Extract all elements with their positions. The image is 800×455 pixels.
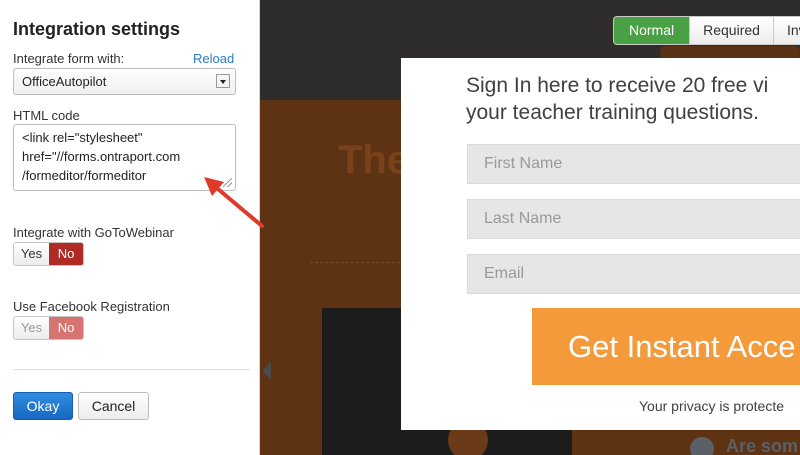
facebook-registration-label: Use Facebook Registration bbox=[13, 299, 170, 314]
integration-select[interactable]: OfficeAutopilot bbox=[13, 68, 236, 95]
facebook-registration-toggle: Yes No bbox=[13, 316, 84, 340]
background-question: Are som bbox=[726, 436, 799, 455]
form-preview-card: Sign In here to receive 20 free vi your … bbox=[401, 58, 800, 430]
integration-select-value: OfficeAutopilot bbox=[22, 74, 107, 89]
gotowebinar-toggle: Yes No bbox=[13, 242, 84, 266]
annotation-arrow-icon bbox=[204, 177, 264, 228]
required-view-button[interactable]: Required bbox=[689, 17, 773, 44]
invisible-view-button[interactable]: Inv bbox=[772, 17, 800, 44]
panel-title: Integration settings bbox=[13, 19, 181, 39]
carousel-left-arrow-icon bbox=[262, 362, 271, 380]
background-heading: The bbox=[338, 138, 410, 182]
html-code-line-1: <link rel="stylesheet" bbox=[22, 130, 143, 145]
first-name-field[interactable]: First Name bbox=[467, 144, 800, 184]
facebook-no-button[interactable]: No bbox=[49, 317, 83, 339]
form-headline-line-2: your teacher training questions. bbox=[466, 101, 760, 124]
reload-link[interactable]: Reload bbox=[193, 51, 234, 66]
form-headline: Sign In here to receive 20 free vi your … bbox=[466, 72, 800, 126]
background-divider bbox=[310, 262, 410, 263]
normal-view-button[interactable]: Normal bbox=[614, 17, 690, 44]
integrate-form-label: Integrate form with: bbox=[13, 51, 125, 66]
checkmark-icon bbox=[690, 437, 714, 455]
last-name-field[interactable]: Last Name bbox=[467, 199, 800, 239]
email-field[interactable]: Email bbox=[467, 254, 800, 294]
panel-divider bbox=[13, 369, 250, 370]
chevron-down-icon bbox=[216, 74, 230, 88]
cancel-button[interactable]: Cancel bbox=[78, 392, 149, 420]
privacy-note: Your privacy is protecte bbox=[639, 398, 784, 414]
okay-button[interactable]: Okay bbox=[13, 392, 73, 420]
html-code-line-3: /formeditor/formeditor bbox=[22, 168, 147, 183]
gotowebinar-no-button[interactable]: No bbox=[49, 243, 83, 265]
gotowebinar-label: Integrate with GoToWebinar bbox=[13, 225, 174, 240]
html-code-line-2: href="//forms.ontraport.com bbox=[22, 149, 181, 164]
html-code-label: HTML code bbox=[13, 108, 80, 123]
gotowebinar-yes-button[interactable]: Yes bbox=[14, 243, 49, 265]
field-view-toggle: Normal Required Inv bbox=[613, 16, 800, 45]
get-instant-access-button[interactable]: Get Instant Acce bbox=[532, 308, 800, 385]
facebook-yes-button[interactable]: Yes bbox=[14, 317, 49, 339]
form-headline-line-1: Sign In here to receive 20 free vi bbox=[466, 74, 769, 97]
